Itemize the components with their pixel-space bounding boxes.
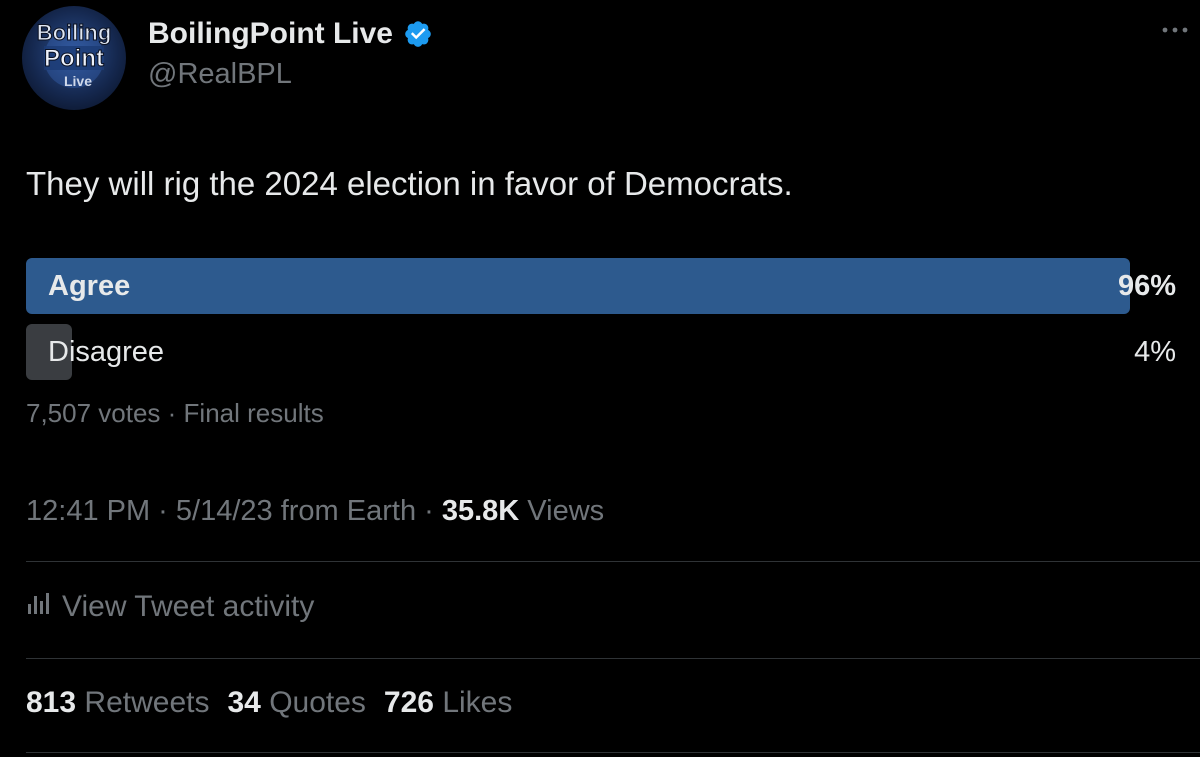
timestamp-date[interactable]: 12:41 PM · 5/14/23 from Earth ·: [26, 495, 442, 527]
likes-label: Likes: [442, 686, 513, 719]
divider: [26, 561, 1200, 562]
views-count: 35.8K: [441, 495, 520, 527]
view-tweet-activity-button[interactable]: View Tweet activity: [26, 587, 314, 627]
retweets-stat[interactable]: 813 Retweets: [26, 686, 209, 720]
likes-stat[interactable]: 726 Likes: [384, 686, 512, 720]
views-label: Views: [519, 495, 605, 527]
poll-label-disagree: Disagree: [48, 336, 165, 368]
divider: [26, 658, 1200, 659]
bar-chart-icon: [26, 590, 52, 624]
tweet-text: They will rig the 2024 election in favor…: [26, 165, 793, 202]
author-display-name[interactable]: BoilingPoint Live: [148, 17, 393, 51]
boiling-point-logo: Boiling Point Live: [36, 20, 112, 90]
likes-count: 726: [383, 686, 434, 719]
more-options-icon[interactable]: [1160, 20, 1190, 40]
quotes-stat[interactable]: 34 Quotes: [227, 686, 365, 720]
logo-word-1: Boiling: [37, 20, 112, 45]
poll-option-disagree[interactable]: Disagree 4%: [26, 324, 1176, 380]
quotes-count: 34: [227, 686, 261, 719]
retweets-label: Retweets: [84, 686, 210, 719]
avatar[interactable]: Boiling Point Live: [22, 6, 126, 110]
author-handle[interactable]: @RealBPL: [148, 58, 292, 91]
poll-percent-agree: 96%: [1117, 270, 1176, 302]
retweets-count: 813: [26, 686, 77, 719]
poll-percent-disagree: 4%: [1134, 336, 1176, 368]
verified-badge-icon: [403, 19, 433, 49]
poll-bar-agree: [26, 258, 1130, 314]
view-tweet-activity-label: View Tweet activity: [62, 590, 315, 623]
divider: [26, 752, 1200, 753]
engagement-stats: 813 Retweets 34 Quotes 726 Likes: [26, 686, 512, 720]
logo-word-2: Point: [44, 45, 104, 72]
quotes-label: Quotes: [269, 686, 366, 719]
poll-label-agree: Agree: [48, 270, 131, 302]
poll-option-agree[interactable]: Agree 96%: [26, 258, 1176, 314]
poll-results-meta: 7,507 votes · Final results: [26, 398, 324, 428]
logo-word-3: Live: [64, 73, 92, 89]
author-name-row: BoilingPoint Live: [148, 14, 433, 54]
tweet-timestamp: 12:41 PM · 5/14/23 from Earth · 35.8K Vi…: [26, 495, 604, 528]
